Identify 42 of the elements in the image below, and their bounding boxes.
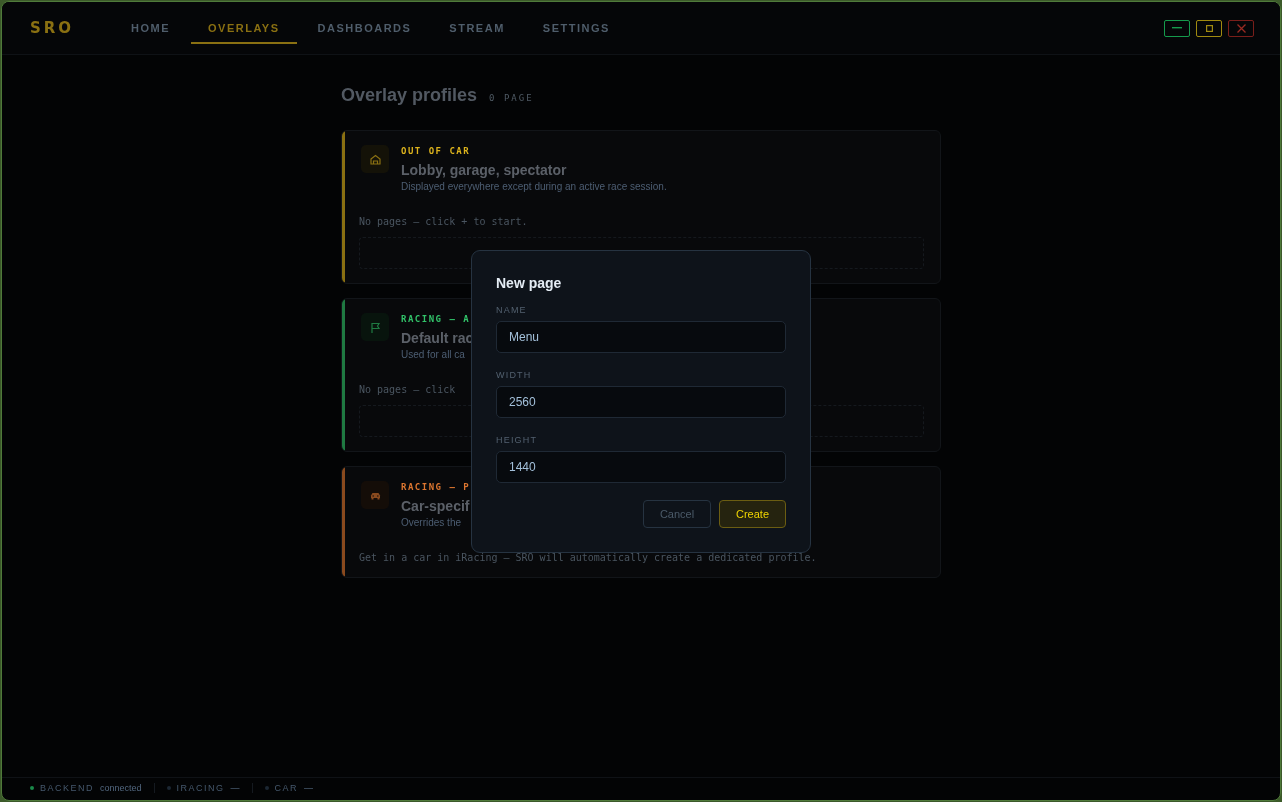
page-title: Overlay profiles [341,85,478,106]
flag-icon [368,320,382,334]
house-icon [368,152,382,166]
maximize-icon [1205,24,1213,32]
nav-tab[interactable]: DASHBOARDS [300,12,429,44]
page-count: 0 PAGE [489,93,534,103]
profile-label: RACING — A [401,314,472,324]
input-field[interactable]: 2560 [496,386,786,418]
empty-message: No pages — click + to start. [359,216,529,227]
input-field[interactable]: Menu [496,321,786,353]
app-logo: SRO [30,19,76,37]
field-label: NAME [496,305,528,315]
cancel-button[interactable]: Cancel [643,500,711,528]
status-value: — [230,783,240,793]
close-icon [1236,23,1246,33]
create-button[interactable]: Create [719,500,786,528]
nav-tab[interactable]: HOME [114,12,187,44]
profile-description: Used for all ca [401,349,466,360]
close-button[interactable] [1228,19,1254,37]
profile-title: Lobby, garage, spectator [401,162,568,178]
nav-tab[interactable]: STREAM [432,12,522,44]
profile-label: OUT OF CAR [401,146,472,156]
empty-message: No pages — click [359,384,457,395]
field-label: HEIGHT [496,435,539,445]
field-label: WIDTH [496,370,533,380]
minimize-icon [1172,27,1182,29]
profile-description: Overrides the [401,517,463,528]
status-value: — [304,783,314,793]
status-label: IRACING [176,783,225,793]
empty-message: Get in a car in iRacing — SRO will automatically create a dedicated profile. [359,552,818,563]
status-value: connected [100,783,142,793]
dialog-title: New page [496,275,563,291]
nav-tab[interactable]: SETTINGS [525,12,627,44]
status-label: BACKEND [40,783,94,793]
input-field[interactable]: 1440 [496,451,786,483]
minimize-button[interactable] [1164,19,1190,37]
nav-tab[interactable]: OVERLAYS [191,12,297,44]
status-label: CAR [274,783,299,793]
profile-description: Displayed everywhere except during an active race session. [401,181,667,192]
profile-title: Car-specif [401,498,471,514]
profile-label: RACING — P [401,482,471,492]
maximize-button[interactable] [1196,19,1222,37]
